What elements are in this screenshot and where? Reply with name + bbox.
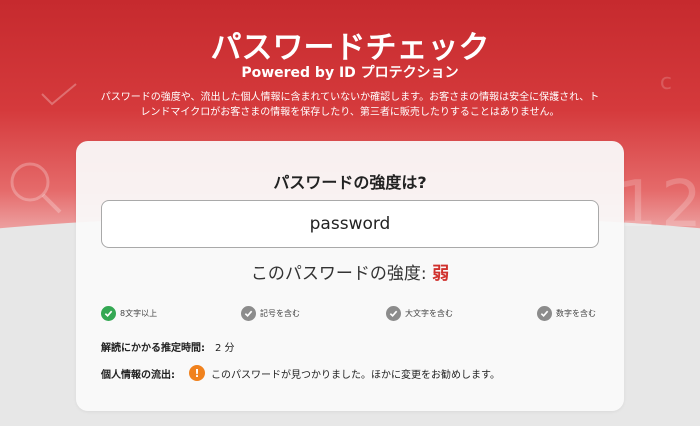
search-decoration-icon	[10, 162, 62, 214]
criterion-label: 記号を含む	[260, 309, 300, 318]
strength-result: このパスワードの強度: 弱	[76, 259, 624, 284]
strength-value: 弱	[432, 264, 450, 284]
strength-question: パスワードの強度は?	[273, 173, 427, 192]
page-subtitle: Powered by ID プロテクション	[241, 65, 459, 81]
page-title: パスワードチェック	[210, 30, 490, 66]
criterion-symbol: 記号を含む	[241, 306, 300, 321]
leak-row: 個人情報の流出: ! このパスワードが見つかりました。ほかに変更をお勧めします。	[101, 365, 500, 381]
criterion-number: 数字を含む	[537, 306, 596, 321]
strength-label: このパスワードの強度:	[250, 264, 433, 284]
check-icon	[101, 306, 116, 321]
criterion-min-length: 8文字以上	[101, 306, 157, 321]
leak-message: このパスワードが見つかりました。ほかに変更をお勧めします。	[211, 369, 500, 381]
password-checker-card: パスワードの強度は? このパスワードの強度: 弱 8文字以上 記号を含む 大文字…	[76, 141, 624, 411]
check-icon	[241, 306, 256, 321]
crack-time-label: 解読にかかる推定時間:	[101, 343, 205, 354]
criterion-label: 数字を含む	[556, 309, 596, 318]
criteria-list: 8文字以上 記号を含む 大文字を含む 数字を含む	[101, 306, 599, 324]
crack-time-row: 解読にかかる推定時間: 2 分	[101, 339, 235, 354]
leak-label: 個人情報の流出:	[101, 369, 175, 381]
crack-time-value: 2 分	[215, 343, 235, 354]
criterion-label: 大文字を含む	[405, 309, 453, 318]
password-input[interactable]	[101, 200, 599, 248]
warning-icon: !	[189, 365, 205, 381]
checkmark-decoration-icon	[41, 83, 77, 106]
number-decoration: 12	[616, 168, 700, 242]
criterion-uppercase: 大文字を含む	[386, 306, 453, 321]
page-description: パスワードの強度や、流出した個人情報に含まれていないか確認します。お客さまの情報…	[100, 92, 600, 118]
check-icon	[386, 306, 401, 321]
criterion-label: 8文字以上	[120, 309, 158, 318]
check-icon	[537, 306, 552, 321]
